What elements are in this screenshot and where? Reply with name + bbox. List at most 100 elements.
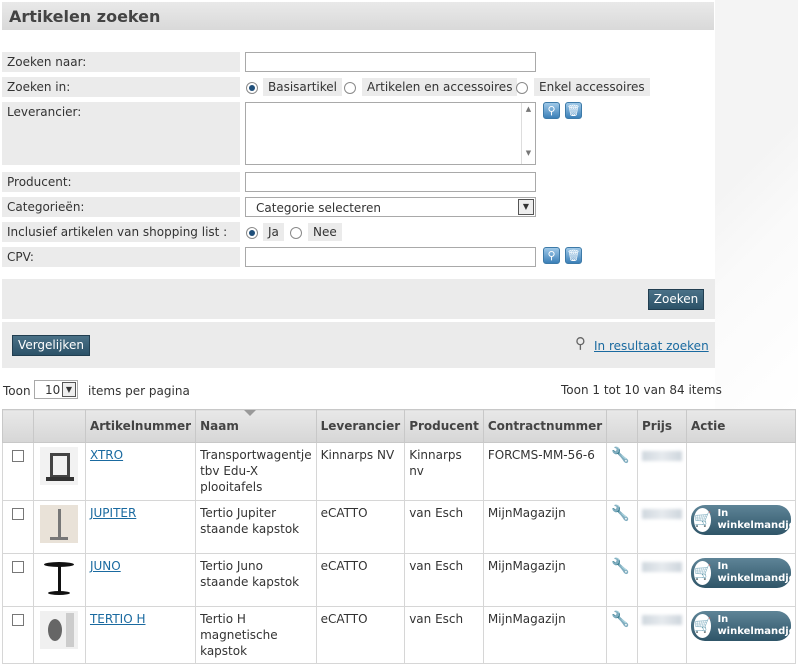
leverancier-cell: eCATTO	[315, 500, 406, 554]
producent-cell: van Esch	[404, 553, 484, 607]
row-checkbox-cell	[2, 606, 34, 664]
product-image-cell	[33, 500, 86, 554]
producent-cell: van Esch	[404, 606, 484, 664]
per-page-select[interactable]: 10 ▼	[34, 380, 78, 399]
tools-cell: 🔧	[606, 500, 638, 554]
search-cpv-icon[interactable]: ⚲	[543, 247, 560, 264]
compare-button[interactable]: Vergelijken	[12, 335, 90, 356]
search-in-label: Zoeken in:	[2, 77, 240, 97]
dropdown-arrow-icon[interactable]: ▼	[518, 199, 534, 215]
page-title: Artikelen zoeken	[9, 7, 161, 26]
naam-cell: Transportwagentje tbv Edu-X plooitafels	[195, 442, 317, 501]
product-image-tertio-h	[40, 611, 78, 649]
search-button[interactable]: Zoeken	[648, 289, 704, 310]
table-row: TERTIO H Tertio H magnetische kapstok eC…	[2, 606, 796, 664]
header-image	[33, 409, 86, 443]
naam-cell: Tertio H magnetische kapstok	[195, 606, 317, 664]
search-actions-panel	[2, 279, 715, 319]
row-checkbox[interactable]	[12, 508, 24, 520]
price-blurred	[641, 615, 682, 625]
producer-label: Producent:	[2, 172, 240, 192]
radio-nee[interactable]	[290, 227, 302, 239]
option-enkel-accessoires: Enkel accessoires	[534, 78, 650, 96]
artikel-link[interactable]: JUPITER	[90, 506, 136, 520]
search-in-results-link[interactable]: In resultaat zoeken	[594, 339, 709, 353]
action-cell: 🛒 In winkelmandje	[686, 553, 796, 607]
category-label: Categorieën:	[2, 197, 240, 217]
leverancier-cell: eCATTO	[315, 553, 406, 607]
radio-artikelen-accessoires[interactable]	[344, 82, 356, 94]
producent-cell: Kinnarps nv	[404, 442, 484, 501]
category-select[interactable]: Categorie selecteren ▼	[245, 197, 536, 217]
product-image-jupiter	[40, 505, 78, 543]
cart-icon: 🛒	[694, 614, 712, 638]
artikel-link[interactable]: JUNO	[90, 559, 121, 573]
wrench-icon[interactable]: 🔧	[611, 446, 630, 464]
search-supplier-icon[interactable]: ⚲	[543, 102, 560, 119]
header-leverancier[interactable]: Leverancier	[315, 409, 406, 443]
action-cell	[686, 442, 796, 501]
contract-cell: MijnMagazijn	[482, 553, 608, 607]
table-row: XTRO Transportwagentje tbv Edu-X plooita…	[2, 442, 796, 501]
cart-label: In winkelmandje	[717, 561, 796, 584]
search-input[interactable]	[245, 52, 536, 72]
producer-input[interactable]	[245, 172, 536, 192]
table-header-row: Artikelnummer Naam Leverancier Producent…	[2, 409, 796, 443]
add-to-cart-button[interactable]: 🛒 In winkelmandje	[691, 505, 795, 535]
header-producent[interactable]: Producent	[404, 409, 484, 443]
cart-label: In winkelmandje	[717, 508, 796, 531]
supplier-textarea[interactable]: ▲ ▼	[245, 102, 536, 165]
cpv-input[interactable]	[245, 247, 536, 267]
per-page-value: 10	[45, 383, 61, 397]
radio-enkel-accessoires[interactable]	[516, 82, 528, 94]
tools-cell: 🔧	[606, 553, 638, 607]
price-cell	[636, 553, 688, 607]
header-select	[2, 409, 34, 443]
cart-label: In winkelmandje	[717, 614, 796, 637]
supplier-label: Leverancier:	[2, 102, 240, 165]
artikel-link[interactable]: XTRO	[90, 448, 123, 462]
row-checkbox[interactable]	[12, 561, 24, 573]
radio-ja[interactable]	[246, 227, 258, 239]
show-label: Toon	[3, 384, 31, 398]
results-summary: Toon 1 tot 10 van 84 items	[561, 383, 722, 397]
product-image-trolley	[40, 447, 78, 485]
artikelnummer-cell: JUNO	[84, 553, 197, 607]
add-to-cart-button[interactable]: 🛒 In winkelmandje	[691, 611, 795, 641]
contract-cell: MijnMagazijn	[482, 606, 608, 664]
tools-cell: 🔧	[606, 442, 638, 501]
table-row: JUPITER Tertio Jupiter staande kapstok e…	[2, 500, 796, 554]
scroll-down-icon[interactable]: ▼	[522, 149, 535, 157]
producent-cell: van Esch	[404, 500, 484, 554]
add-to-cart-button[interactable]: 🛒 In winkelmandje	[691, 558, 795, 588]
product-image-cell	[33, 606, 86, 664]
radio-basisartikel[interactable]	[246, 82, 258, 94]
header-contractnummer[interactable]: Contractnummer	[482, 409, 608, 443]
wrench-icon[interactable]: 🔧	[611, 504, 630, 522]
table-row: JUNO Tertio Juno staande kapstok eCATTO …	[2, 553, 796, 607]
artikelnummer-cell: JUPITER	[84, 500, 197, 554]
option-ja: Ja	[263, 223, 284, 241]
header-prijs[interactable]: Prijs	[636, 409, 688, 443]
row-checkbox-cell	[2, 500, 34, 554]
per-page-arrow-icon[interactable]: ▼	[62, 382, 76, 397]
artikel-link[interactable]: TERTIO H	[90, 612, 146, 626]
leverancier-cell: eCATTO	[315, 606, 406, 664]
price-blurred	[641, 509, 682, 519]
row-checkbox[interactable]	[12, 614, 24, 626]
header-naam[interactable]: Naam	[195, 409, 317, 443]
wrench-icon[interactable]: 🔧	[611, 610, 630, 628]
category-selected: Categorie selecteren	[256, 201, 381, 215]
row-checkbox-cell	[2, 442, 34, 501]
background-gradient	[715, 0, 798, 410]
wrench-icon[interactable]: 🔧	[611, 557, 630, 575]
header-artikelnummer[interactable]: Artikelnummer	[84, 409, 197, 443]
price-cell	[636, 500, 688, 554]
clear-cpv-icon[interactable]: 🗑	[565, 247, 582, 264]
contract-cell: FORCMS-MM-56-6	[482, 442, 608, 501]
scroll-up-icon[interactable]: ▲	[522, 105, 535, 113]
header-actie: Actie	[686, 409, 796, 443]
scrollbar[interactable]: ▲ ▼	[521, 103, 535, 164]
row-checkbox[interactable]	[12, 450, 24, 462]
clear-supplier-icon[interactable]: 🗑	[565, 102, 582, 119]
